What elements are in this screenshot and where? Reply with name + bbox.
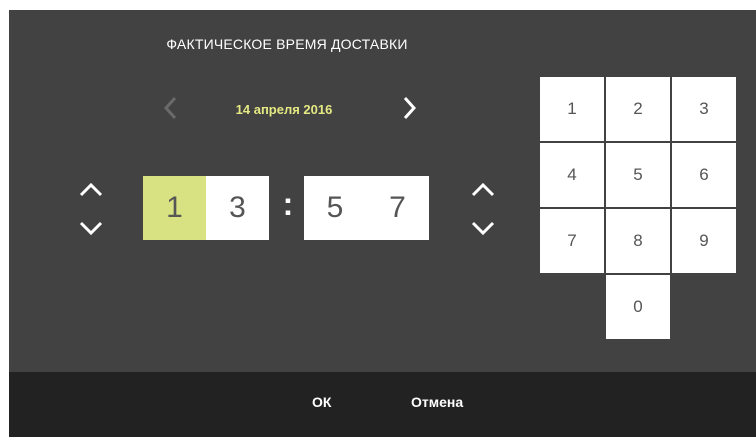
keypad-key-9[interactable]: 9 — [672, 209, 736, 273]
minute-ones-digit[interactable]: 7 — [366, 176, 429, 240]
keypad-key-7[interactable]: 7 — [540, 209, 604, 273]
chevron-right-icon[interactable] — [398, 93, 420, 123]
time-separator: : — [282, 186, 294, 222]
date-label: 14 апреля 2016 — [235, 102, 333, 117]
keypad-key-1[interactable]: 1 — [540, 77, 604, 141]
minute-up-icon[interactable] — [469, 180, 497, 200]
hour-ones-digit[interactable]: 3 — [206, 176, 269, 240]
dialog-title: ФАКТИЧЕСКОЕ ВРЕМЯ ДОСТАВКИ — [166, 36, 408, 52]
keypad-key-6[interactable]: 6 — [672, 143, 736, 207]
keypad-key-5[interactable]: 5 — [606, 143, 670, 207]
hour-up-icon[interactable] — [77, 180, 105, 200]
hour-down-icon[interactable] — [77, 218, 105, 238]
minute-tens-digit[interactable]: 5 — [304, 176, 366, 240]
hour-tens-digit[interactable]: 1 — [143, 176, 206, 240]
keypad-key-8[interactable]: 8 — [606, 209, 670, 273]
minute-down-icon[interactable] — [469, 218, 497, 238]
keypad-key-3[interactable]: 3 — [672, 77, 736, 141]
time-picker-dialog: ФАКТИЧЕСКОЕ ВРЕМЯ ДОСТАВКИ 14 апреля 201… — [9, 10, 756, 437]
keypad-key-2[interactable]: 2 — [606, 77, 670, 141]
ok-button[interactable]: ОК — [312, 394, 331, 410]
chevron-left-icon[interactable] — [160, 93, 182, 123]
keypad-key-4[interactable]: 4 — [540, 143, 604, 207]
keypad-key-0[interactable]: 0 — [606, 275, 670, 339]
cancel-button[interactable]: Отмена — [411, 394, 463, 410]
dialog-footer: ОК Отмена — [9, 372, 756, 437]
